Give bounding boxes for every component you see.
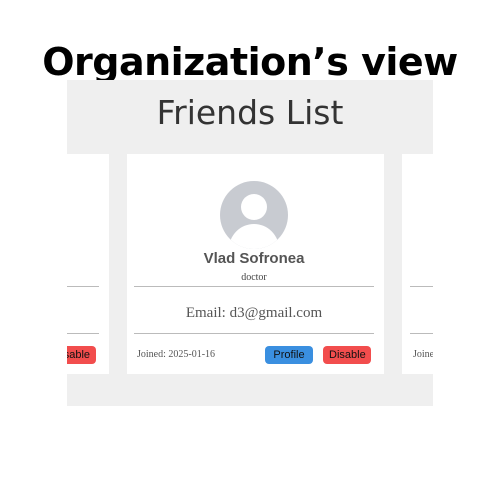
card-divider [134,286,374,287]
friend-card-previous: sable [67,154,109,374]
card-divider [67,333,99,334]
disable-button[interactable]: sable [67,346,96,364]
friends-list-title: Friends List [156,93,344,132]
friends-carousel[interactable]: sable Vlad Sofronea doctor Email: d3@gma… [67,154,433,374]
card-gap [384,154,402,374]
joined-date: Joined: 2025-01-16 [137,349,216,360]
friend-card: Vlad Sofronea doctor Email: d3@gmail.com… [124,154,384,374]
disable-button[interactable]: Disable [323,346,371,364]
friend-role: doctor [241,272,267,283]
card-gap [109,154,127,374]
friend-card-next: Joine [400,154,433,374]
profile-button[interactable]: Profile [265,346,313,364]
card-divider [410,333,433,334]
avatar-placeholder-icon [220,181,288,249]
friend-email: Email: d3@gmail.com [185,305,323,321]
card-divider [410,286,433,287]
joined-date: Joine [413,349,433,360]
friends-list-panel: Friends List sable Vlad Sofronea doctor … [67,80,433,406]
card-divider [134,333,374,334]
friend-name: Vlad Sofronea [203,250,305,267]
page-heading: Organization’s view [42,40,458,84]
card-divider [67,286,99,287]
